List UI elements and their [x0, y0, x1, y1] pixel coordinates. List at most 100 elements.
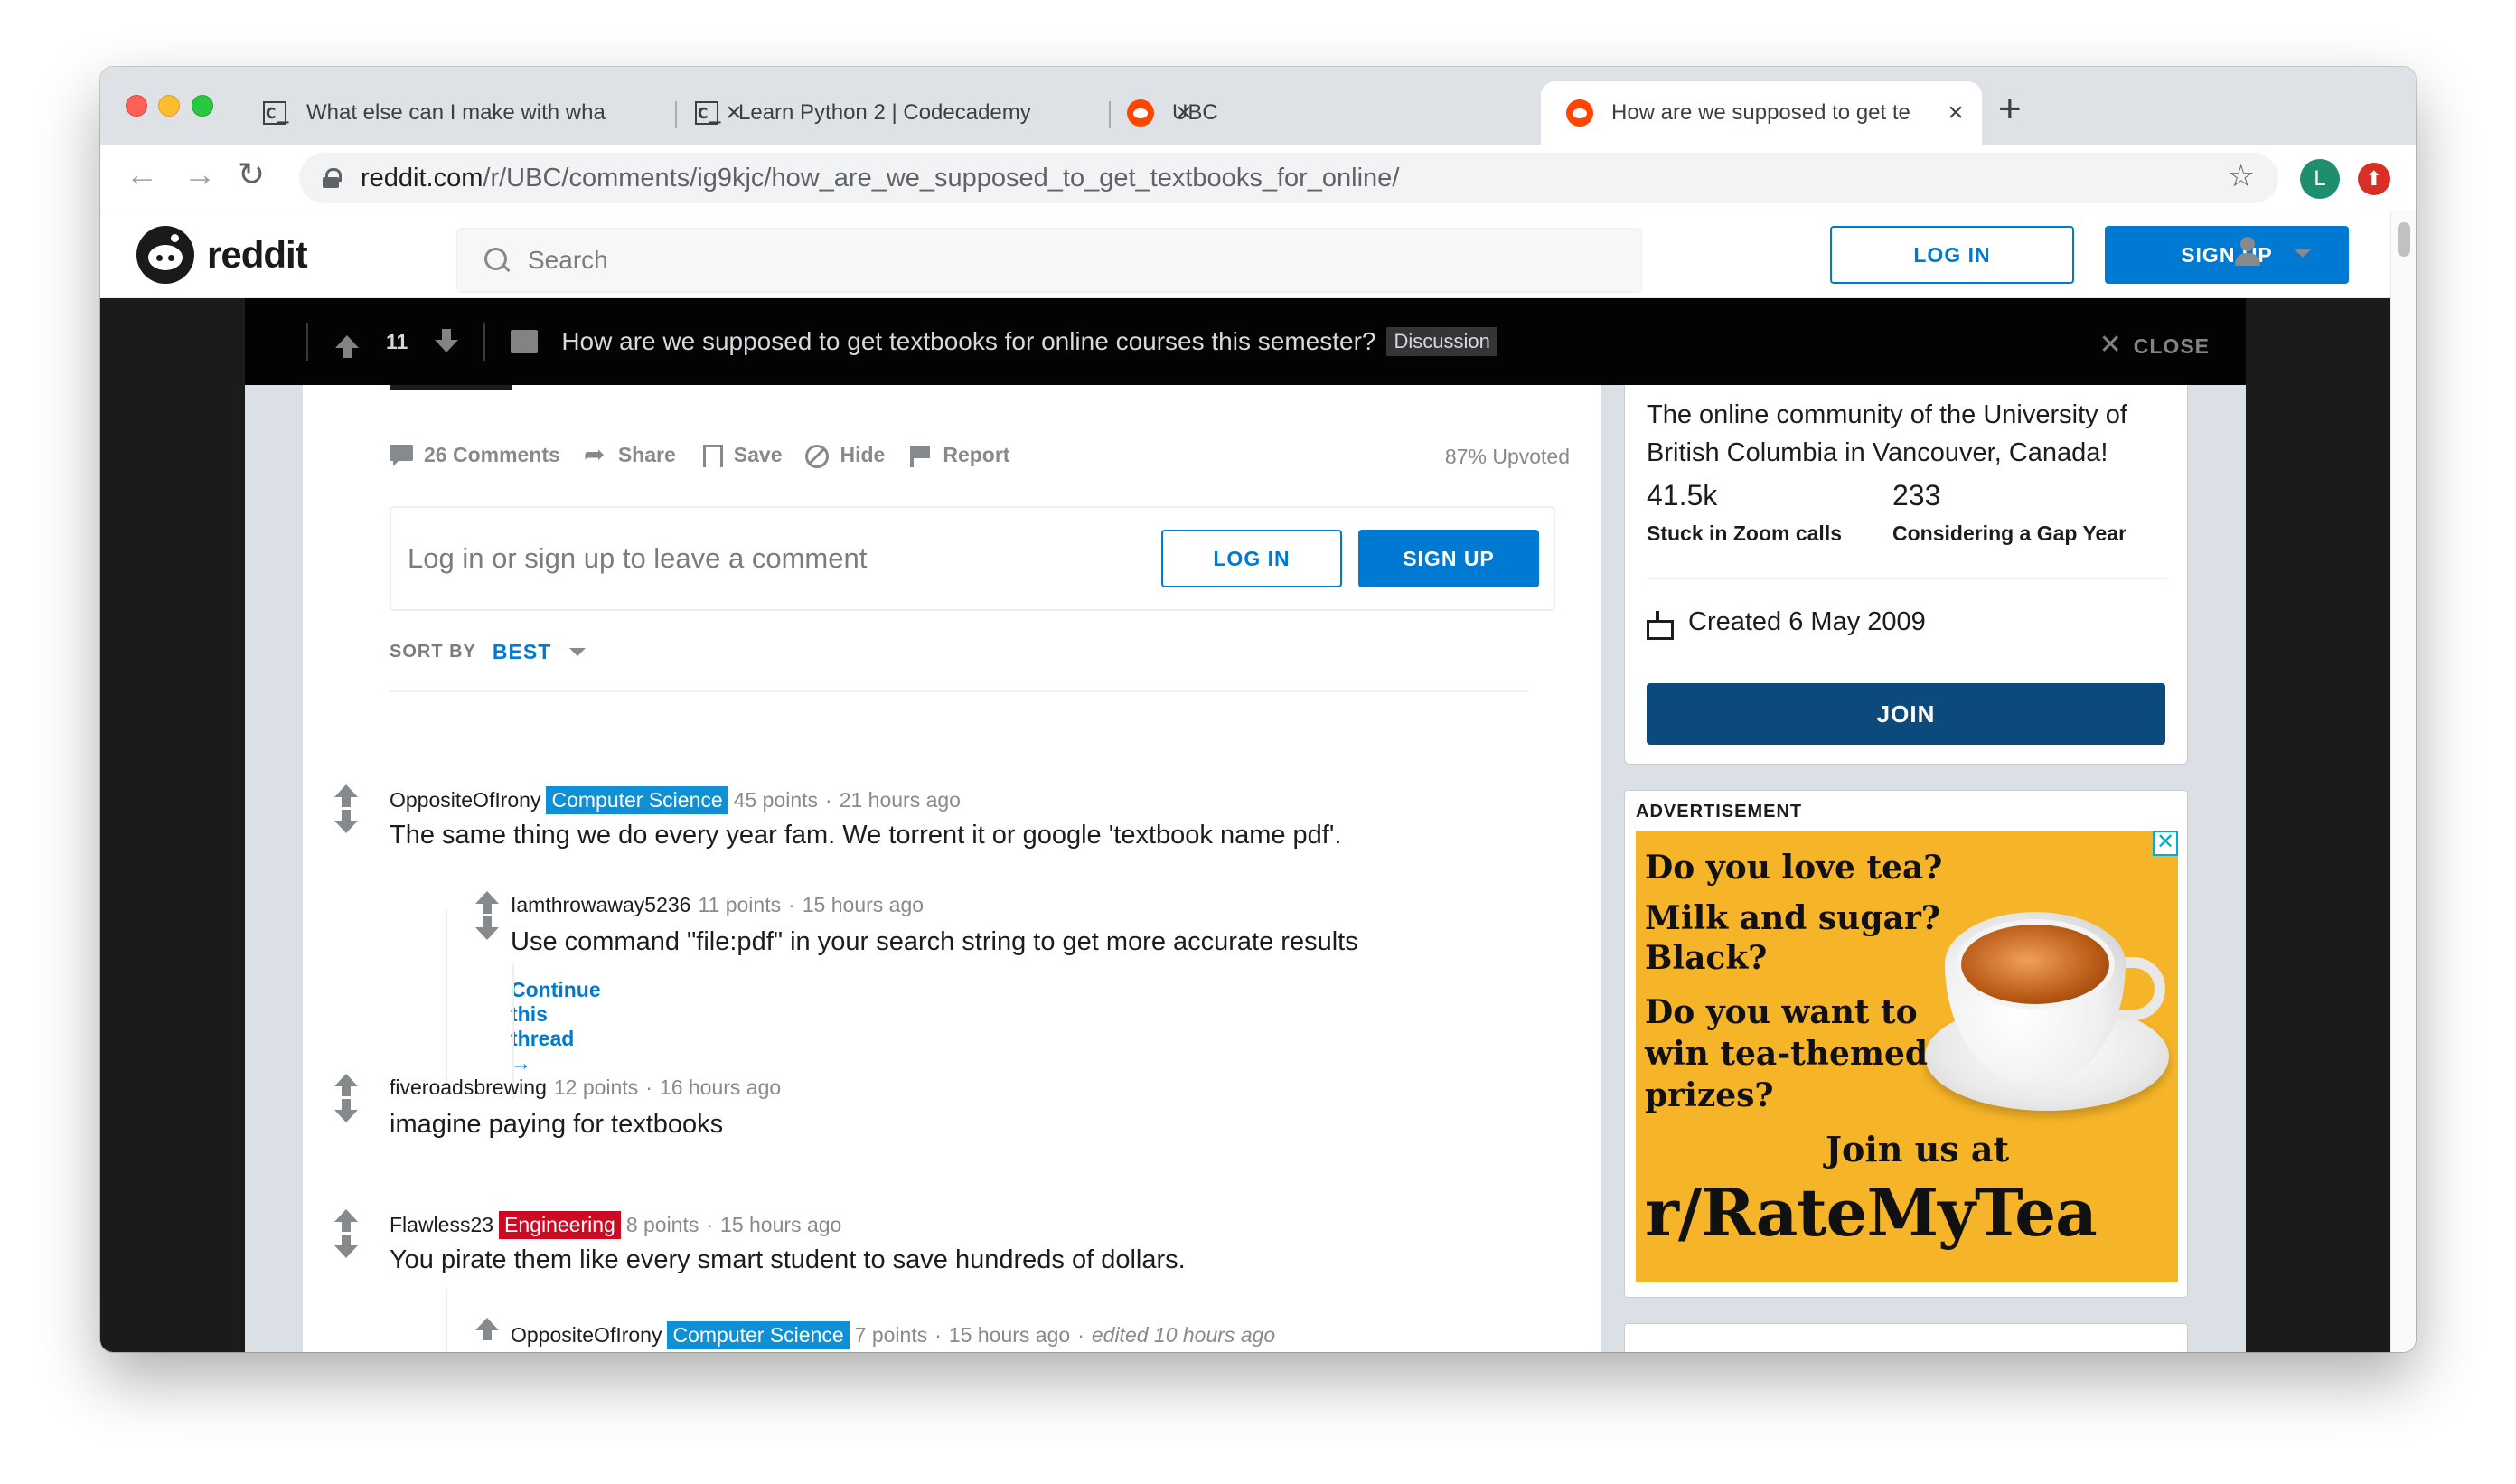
sort-dropdown[interactable]: SORT BY BEST	[390, 640, 587, 664]
maximize-window-button[interactable]	[192, 95, 213, 117]
upvote-icon[interactable]	[334, 1209, 358, 1232]
scrollbar[interactable]	[2390, 211, 2416, 1352]
page-viewport: reddit LOG IN SIGN UP 11 How are we supp…	[100, 211, 2390, 1352]
online-count: 233	[1892, 479, 1941, 512]
url-text[interactable]: reddit.com/r/UBC/comments/ig9kjc/how_are…	[361, 164, 1399, 193]
tab-title: What else can I make with wha	[306, 100, 606, 125]
bookmark-star-icon[interactable]: ☆	[2228, 158, 2255, 194]
post-flair[interactable]: Discussion	[1386, 327, 1497, 356]
close-post-button[interactable]: ✕ CLOSE	[2099, 329, 2210, 361]
post-tail	[390, 385, 512, 390]
online-label: Considering a Gap Year	[1892, 521, 2127, 545]
comment-meta: OppositeOfIrony Computer Science 45 poin…	[390, 786, 961, 814]
comment-login-button[interactable]: LOG IN	[1161, 530, 1342, 587]
search-bar[interactable]	[456, 228, 1642, 293]
comments-button[interactable]: 26 Comments	[390, 443, 560, 467]
comment-meta: OppositeOfIrony Computer Science 7 point…	[511, 1321, 1275, 1349]
extension-icon[interactable]: ⬆	[2358, 163, 2390, 195]
snoo-icon	[136, 226, 194, 284]
user-menu[interactable]	[2233, 237, 2311, 269]
sort-label: SORT BY	[390, 642, 476, 662]
comment-meta: fiveroadsbrewing 12 points · 16 hours ag…	[390, 1075, 782, 1100]
thread-line[interactable]	[446, 1289, 447, 1352]
downvote-icon[interactable]	[334, 1235, 358, 1258]
reload-icon[interactable]: ↻	[238, 155, 265, 193]
continue-thread-link[interactable]: Continue this thread →	[511, 978, 601, 1075]
close-icon: ✕	[2098, 330, 2123, 360]
sort-value: BEST	[492, 640, 552, 663]
comment-time[interactable]: 15 hours ago	[803, 893, 924, 917]
user-flair: Engineering	[499, 1211, 621, 1239]
url-host: reddit.com	[361, 163, 483, 193]
ad-banner[interactable]: Do you love tea? Milk and sugar? Black? …	[1636, 831, 2178, 1282]
comment-author[interactable]: Flawless23	[390, 1213, 493, 1237]
comment-edited: edited 10 hours ago	[1091, 1323, 1276, 1347]
downvote-icon[interactable]	[334, 1099, 358, 1122]
user-icon	[2233, 237, 2262, 269]
comment-author[interactable]: OppositeOfIrony	[511, 1323, 662, 1348]
downvote-icon[interactable]	[334, 810, 358, 833]
signup-button[interactable]: SIGN UP	[2105, 226, 2349, 284]
close-window-button[interactable]	[126, 95, 147, 117]
join-button[interactable]: JOIN	[1647, 683, 2165, 745]
new-tab-button[interactable]: +	[1998, 87, 2022, 132]
upvote-icon[interactable]	[475, 1318, 499, 1340]
search-icon	[484, 248, 510, 273]
login-button[interactable]: LOG IN	[1830, 226, 2074, 284]
back-arrow-icon[interactable]: ←	[126, 155, 158, 193]
comment-time[interactable]: 15 hours ago	[720, 1213, 841, 1237]
share-icon	[584, 439, 607, 469]
share-button[interactable]: Share	[584, 439, 676, 469]
url-path: /r/UBC/comments/ig9kjc/how_are_we_suppos…	[483, 163, 1400, 193]
comment-author[interactable]: Iamthrowaway5236	[511, 893, 690, 917]
browser-window: c_ What else can I make with wha × c_ Le…	[100, 67, 2416, 1352]
save-button[interactable]: Save	[699, 443, 782, 467]
downvote-icon[interactable]	[435, 329, 459, 352]
ad-close-icon[interactable]: ✕	[2153, 831, 2178, 856]
post-title[interactable]: How are we supposed to get textbooks for…	[561, 327, 1375, 356]
upvote-icon[interactable]	[475, 891, 499, 914]
tab-active-post[interactable]: How are we supposed to get te ×	[1541, 81, 1982, 145]
upvote-icon[interactable]	[334, 784, 358, 807]
downvote-icon[interactable]	[475, 916, 499, 940]
reddit-header: reddit LOG IN SIGN UP	[100, 211, 2390, 298]
forward-arrow-icon[interactable]: →	[183, 155, 216, 193]
comment-signup-button[interactable]: SIGN UP	[1358, 530, 1539, 587]
hide-icon	[805, 444, 830, 468]
upvote-icon[interactable]	[335, 335, 359, 358]
logo-wordmark: reddit	[207, 233, 308, 276]
thread-line[interactable]	[446, 909, 447, 1099]
comment-meta: Iamthrowaway5236 11 points · 15 hours ag…	[511, 893, 925, 917]
comment-time[interactable]: 15 hours ago	[949, 1323, 1070, 1348]
comment-author[interactable]: fiveroadsbrewing	[390, 1075, 547, 1100]
flag-icon	[908, 445, 932, 467]
profile-avatar[interactable]: L	[2300, 159, 2340, 199]
divider	[1647, 578, 2167, 579]
ad-text: Join us at	[1826, 1129, 2010, 1169]
minimize-window-button[interactable]	[158, 95, 180, 117]
hide-button[interactable]: Hide	[805, 443, 885, 468]
comment-time[interactable]: 16 hours ago	[660, 1075, 781, 1100]
post-top-bar: 11 How are we supposed to get textbooks …	[245, 298, 2246, 385]
bookmark-icon	[699, 444, 723, 467]
tab-close-icon[interactable]: ×	[1942, 98, 1969, 128]
post-actions: 26 Comments Share Save Hide Report	[390, 439, 1033, 469]
comment-time[interactable]: 21 hours ago	[840, 788, 961, 812]
report-button[interactable]: Report	[908, 443, 1009, 467]
search-input[interactable]	[528, 246, 1522, 275]
comment-icon	[390, 444, 413, 466]
teacup-illustration	[1925, 885, 2169, 1129]
ad-text: Black?	[1645, 939, 1768, 977]
comment-author[interactable]: OppositeOfIrony	[390, 788, 540, 812]
codecademy-icon: c_	[695, 101, 721, 125]
upvote-icon[interactable]	[334, 1074, 358, 1096]
reddit-logo[interactable]: reddit	[136, 226, 308, 284]
sidebar-card	[1624, 1323, 2188, 1352]
created-date: Created 6 May 2009	[1647, 607, 1926, 640]
chevron-down-icon	[569, 648, 587, 656]
scrollbar-thumb[interactable]	[2398, 222, 2410, 257]
ad-text: prizes?	[1645, 1076, 1774, 1114]
address-bar[interactable]: reddit.com/r/UBC/comments/ig9kjc/how_are…	[299, 153, 2278, 203]
member-count: 41.5k	[1647, 479, 1718, 512]
member-stat: 41.5k Stuck in Zoom calls	[1647, 479, 1842, 546]
